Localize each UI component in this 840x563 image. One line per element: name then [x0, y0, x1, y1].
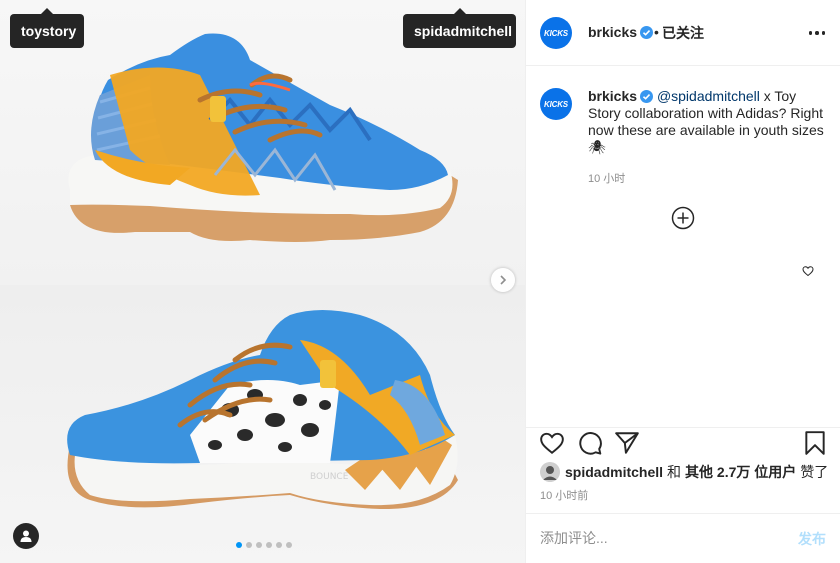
carousel-next-button[interactable]: [491, 268, 515, 292]
likes-summary: spidadmitchell 和 其他 2.7万 位用户 赞了: [540, 462, 828, 482]
post-comment-button[interactable]: 发布: [798, 529, 826, 549]
user-tag-toystory[interactable]: toystory: [10, 8, 84, 48]
following-button[interactable]: 已关注: [662, 23, 704, 43]
likes-others-link[interactable]: 其他 2.7万 位用户: [685, 463, 796, 481]
add-comment-section: 发布: [526, 513, 840, 563]
comment-input[interactable]: [540, 528, 770, 548]
carousel-dot-2: [246, 542, 252, 548]
like-heart-icon[interactable]: [539, 430, 565, 456]
carousel-dot-6: [286, 542, 292, 548]
post-actions: spidadmitchell 和 其他 2.7万 位用户 赞了 10 小时前: [526, 427, 840, 513]
avatar[interactable]: KICKS: [540, 17, 572, 49]
svg-text:BOUNCE: BOUNCE: [310, 472, 349, 482]
caption-mention-link[interactable]: @spidadmitchell: [657, 88, 760, 104]
share-send-icon[interactable]: [614, 430, 640, 456]
post-details-panel: KICKS brkicks • 已关注 KICKS brkicks @spida…: [525, 0, 840, 563]
author-username[interactable]: brkicks: [588, 24, 637, 40]
shoe-image-bottom: BOUNCE: [67, 310, 458, 510]
liker-username[interactable]: spidadmitchell: [565, 463, 663, 481]
more-dot-icon: [815, 31, 819, 35]
liker-avatar-image: [540, 462, 560, 482]
likes-suffix: 赞了: [800, 464, 829, 480]
post-header: KICKS brkicks • 已关注: [526, 0, 840, 66]
carousel-indicator: [236, 542, 292, 548]
user-icon: [20, 530, 32, 542]
carousel-dot-1: [236, 542, 242, 548]
load-more-comments-icon[interactable]: [671, 206, 695, 230]
likes-connector: 和: [667, 464, 682, 480]
post-timestamp[interactable]: 10 小时前: [540, 487, 588, 503]
carousel-dot-3: [256, 542, 262, 548]
header-separator: •: [654, 24, 659, 40]
more-options-button[interactable]: [807, 25, 827, 41]
tagged-users-button[interactable]: [13, 523, 39, 549]
user-tag-spidadmitchell[interactable]: spidadmitchell: [403, 8, 516, 48]
caption-timestamp: 10 小时: [588, 173, 626, 185]
verified-badge-icon: [640, 90, 654, 103]
comment-bubble-icon[interactable]: [577, 430, 603, 456]
more-dot-icon: [821, 31, 826, 35]
caption-username[interactable]: brkicks: [588, 88, 637, 104]
verified-badge-icon: [640, 26, 654, 39]
caption-avatar[interactable]: KICKS: [540, 88, 572, 120]
caption: brkicks @spidadmitchell x Toy Story coll…: [588, 88, 824, 156]
more-dot-icon: [808, 31, 813, 35]
carousel-dot-5: [276, 542, 282, 548]
post-author: brkicks: [588, 24, 654, 40]
carousel-dot-4: [266, 542, 272, 548]
liker-avatar[interactable]: [540, 462, 560, 482]
comments-area: KICKS brkicks @spidadmitchell x Toy Stor…: [526, 66, 840, 426]
chevron-right-icon: [500, 275, 507, 285]
like-caption-heart-icon[interactable]: [802, 265, 814, 277]
bookmark-icon[interactable]: [802, 430, 828, 456]
post-media[interactable]: BOUNCE toystory spidadmitchell: [0, 0, 525, 563]
